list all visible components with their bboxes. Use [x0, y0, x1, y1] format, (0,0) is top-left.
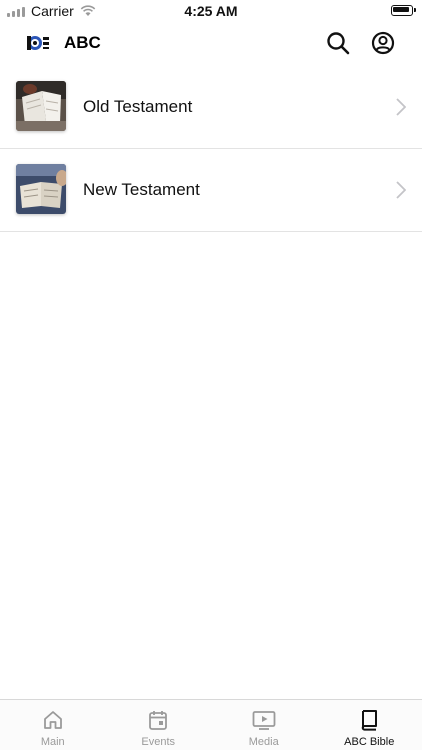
tab-abc-bible[interactable]: ABC Bible [317, 700, 422, 750]
battery-icon [391, 5, 416, 16]
screen: Carrier 4:25 AM ABC Old Testament New Te… [0, 0, 422, 750]
status-time: 4:25 AM [184, 3, 238, 19]
profile-icon[interactable] [370, 30, 396, 56]
new-testament-thumbnail [16, 164, 66, 214]
tab-abc-bible-label: ABC Bible [344, 736, 395, 748]
tab-main-label: Main [40, 736, 65, 748]
calendar-icon [149, 711, 168, 730]
app-logo [27, 36, 49, 50]
status-bar: Carrier 4:25 AM [0, 0, 422, 22]
tab-bar: Main Events Media ABC Bible [0, 699, 422, 750]
tab-events-label: Events [141, 736, 176, 748]
tab-main[interactable]: Main [0, 700, 106, 750]
tab-media-label: Media [248, 736, 279, 748]
list-item-new-testament[interactable]: New Testament [0, 149, 422, 232]
tab-media[interactable]: Media [211, 700, 317, 750]
book-icon [361, 710, 378, 731]
list-item-old-testament[interactable]: Old Testament [0, 66, 422, 149]
testament-list: Old Testament New Testament [0, 66, 422, 232]
old-testament-label: Old Testament [83, 97, 193, 116]
home-icon [43, 711, 62, 729]
old-testament-thumbnail [16, 81, 66, 131]
play-icon [252, 711, 276, 730]
search-icon[interactable] [325, 30, 351, 56]
new-testament-label: New Testament [83, 180, 200, 199]
header: ABC [0, 22, 422, 64]
app-title: ABC [64, 33, 101, 52]
tab-events[interactable]: Events [106, 700, 212, 750]
chevron-right-icon [396, 98, 406, 116]
chevron-right-icon [396, 181, 406, 199]
